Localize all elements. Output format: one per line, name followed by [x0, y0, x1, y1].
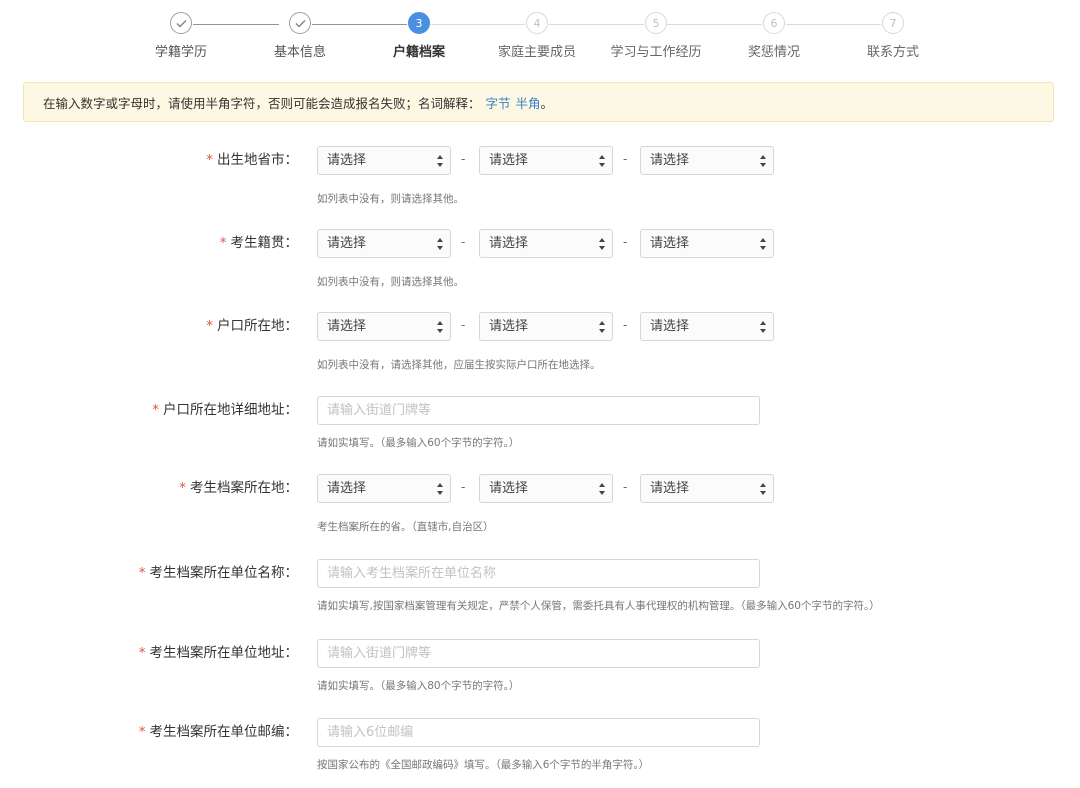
step-number: 4 [526, 12, 548, 34]
step-number: 5 [645, 12, 667, 34]
check-icon [289, 12, 311, 34]
select-arrows-icon [599, 321, 605, 333]
required-mark: * [179, 480, 186, 496]
required-mark: * [206, 152, 213, 168]
field-label: * 考生档案所在单位邮编： [138, 724, 298, 740]
select-arrows-icon [760, 155, 766, 167]
select-arrows-icon [760, 238, 766, 250]
hukou-city-select[interactable]: 请选择 [479, 312, 613, 341]
field-label: * 户口所在地详细地址： [152, 402, 298, 418]
select-arrows-icon [437, 321, 443, 333]
step-academic-record[interactable]: 学籍学历 [126, 12, 236, 60]
separator: - [623, 318, 628, 332]
select-arrows-icon [437, 155, 443, 167]
field-label: * 出生地省市： [206, 152, 298, 168]
field-hint: 如列表中没有，请选择其他，应届生按实际户口所在地选择。 [317, 359, 601, 371]
separator: - [461, 318, 466, 332]
step-label: 学籍学历 [154, 45, 207, 60]
half-width-definition-link[interactable]: 半角 [516, 93, 541, 112]
select-arrows-icon [599, 155, 605, 167]
check-icon [170, 12, 192, 34]
field-label: * 户口所在地： [206, 318, 298, 334]
step-number: 6 [763, 12, 785, 34]
step-label: 家庭主要成员 [497, 45, 576, 60]
required-mark: * [138, 645, 146, 661]
progress-stepper: 学籍学历 基本信息 3 户籍档案 4 家庭主要成员 5 学习与工作经历 6 奖惩… [0, 0, 1080, 70]
byte-definition-link[interactable]: 字节 [486, 93, 511, 112]
field-hint: 请如实填写。（最多输入80个字节的字符。） [317, 680, 520, 692]
archive-city-select[interactable]: 请选择 [479, 474, 613, 503]
select-arrows-icon [599, 483, 605, 495]
separator: - [461, 480, 466, 494]
required-mark: * [206, 318, 213, 334]
birthplace-city-select[interactable]: 请选择 [479, 146, 613, 175]
field-label: * 考生档案所在单位名称： [138, 565, 298, 581]
step-label: 奖惩情况 [747, 45, 800, 60]
separator: - [623, 152, 628, 166]
separator: - [461, 152, 466, 166]
notice-end: 。 [540, 95, 554, 111]
step-family-members[interactable]: 4 家庭主要成员 [482, 12, 592, 60]
separator: - [623, 235, 628, 249]
step-basic-info[interactable]: 基本信息 [245, 12, 355, 60]
required-mark: * [138, 724, 146, 740]
native-city-select[interactable]: 请选择 [479, 229, 613, 258]
archive-unit-zip-input[interactable] [317, 718, 760, 747]
notice-text: 在输入数字或字母时，请使用半角字符，否则可能会造成报名失败；名词解释： [43, 95, 481, 111]
archive-district-select[interactable]: 请选择 [640, 474, 774, 503]
step-study-work-history[interactable]: 5 学习与工作经历 [601, 12, 711, 60]
step-number: 7 [882, 12, 904, 34]
archive-unit-name-input[interactable] [317, 559, 760, 588]
required-mark: * [219, 235, 227, 251]
hukou-district-select[interactable]: 请选择 [640, 312, 774, 341]
select-arrows-icon [437, 483, 443, 495]
step-household-archive[interactable]: 3 户籍档案 [364, 12, 474, 60]
select-arrows-icon [760, 321, 766, 333]
step-label: 联系方式 [866, 45, 919, 60]
birthplace-district-select[interactable]: 请选择 [640, 146, 774, 175]
separator: - [461, 235, 466, 249]
field-hint: 请如实填写。（最多输入60个字节的字符。） [317, 437, 520, 449]
separator: - [623, 480, 628, 494]
field-label: * 考生籍贯： [219, 235, 298, 251]
archive-province-select[interactable]: 请选择 [317, 474, 451, 503]
step-label: 学习与工作经历 [610, 45, 702, 60]
native-province-select[interactable]: 请选择 [317, 229, 451, 258]
birthplace-province-select[interactable]: 请选择 [317, 146, 451, 175]
step-contact-info[interactable]: 7 联系方式 [838, 12, 948, 60]
step-rewards-punishments[interactable]: 6 奖惩情况 [719, 12, 829, 60]
select-arrows-icon [760, 483, 766, 495]
field-hint: 考生档案所在的省。（直辖市,自治区） [317, 521, 494, 533]
native-district-select[interactable]: 请选择 [640, 229, 774, 258]
archive-unit-address-input[interactable] [317, 639, 760, 668]
required-mark: * [138, 565, 146, 581]
field-hint: 请如实填写,按国家档案管理有关规定，严禁个人保管，需委托具有人事代理权的机构管理… [317, 600, 880, 612]
field-hint: 按国家公布的《全国邮政编码》填写。（最多输入6个字节的半角字符。） [317, 759, 650, 771]
half-width-notice: 在输入数字或字母时，请使用半角字符，否则可能会造成报名失败；名词解释： 字节 半… [23, 82, 1054, 122]
step-number: 3 [408, 12, 430, 34]
hukou-province-select[interactable]: 请选择 [317, 312, 451, 341]
field-label: * 考生档案所在地： [179, 480, 298, 496]
step-label: 户籍档案 [392, 45, 445, 60]
field-label: * 考生档案所在单位地址： [138, 645, 298, 661]
field-hint: 如列表中没有，则请选择其他。 [317, 276, 464, 288]
hukou-address-input[interactable] [317, 396, 760, 425]
select-arrows-icon [599, 238, 605, 250]
required-mark: * [152, 402, 159, 418]
field-hint: 如列表中没有，则请选择其他。 [317, 193, 464, 205]
select-arrows-icon [437, 238, 443, 250]
step-label: 基本信息 [273, 45, 326, 60]
